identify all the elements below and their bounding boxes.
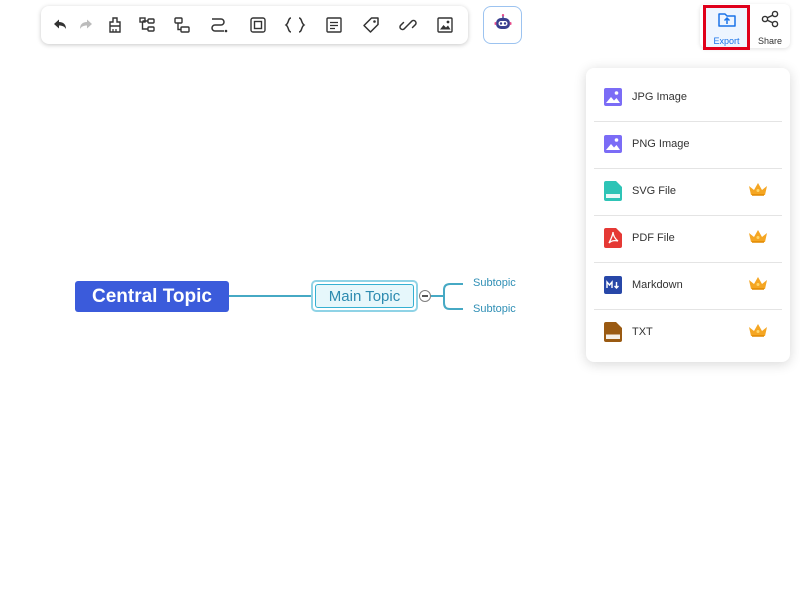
subtopic-node[interactable]: Subtopic [473,277,516,289]
subtopic-node[interactable]: Subtopic [473,303,516,315]
main-topic-node[interactable]: Main Topic [311,280,418,312]
collapse-toggle[interactable] [419,290,431,302]
main-topic-label: Main Topic [315,284,414,308]
central-topic-node[interactable]: Central Topic [75,281,229,312]
